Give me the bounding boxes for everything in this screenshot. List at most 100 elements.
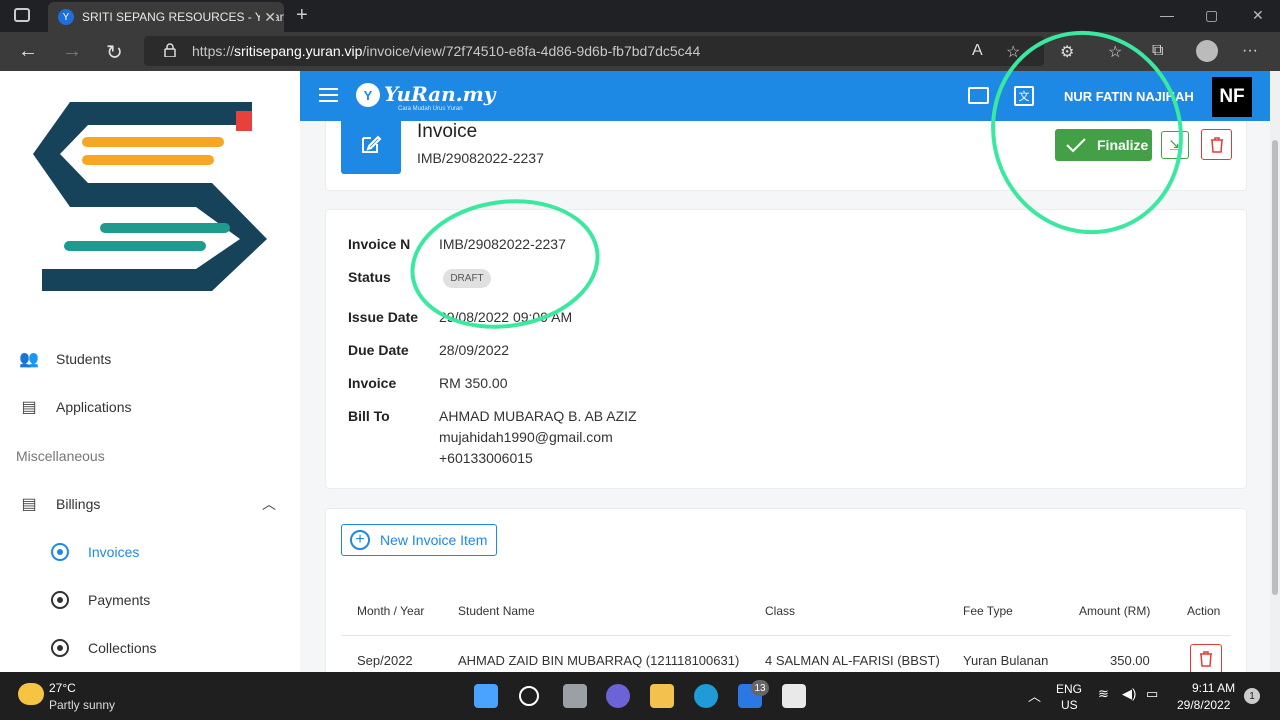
sidebar-subitem-label: Invoices xyxy=(88,544,140,560)
bill-to-phone: +60133006015 xyxy=(439,450,533,466)
chevron-up-icon[interactable]: ︿ xyxy=(262,494,276,514)
sidebar-subitem-label: Collections xyxy=(88,640,157,656)
chat-icon[interactable] xyxy=(968,87,989,104)
search-icon[interactable] xyxy=(519,686,539,706)
radio-dot-icon xyxy=(51,543,69,561)
os-taskbar: 27°C Partly sunny 13 ︿ ENG US ≋ ◀) ▭ 9:1… xyxy=(0,672,1280,720)
new-tab-icon[interactable]: + xyxy=(296,4,308,27)
battery-icon[interactable]: ▭ xyxy=(1146,686,1158,702)
label-invoice: Invoice xyxy=(348,375,397,391)
edit-icon xyxy=(341,113,401,174)
sidebar-item-billings[interactable]: ▤ Billings ︿ xyxy=(0,484,300,524)
new-invoice-item-button[interactable]: + New Invoice Item xyxy=(341,524,497,556)
column-header: Class xyxy=(765,604,796,618)
clock-date[interactable]: 29/8/2022 xyxy=(1177,698,1230,712)
minimize-icon[interactable]: — xyxy=(1160,7,1174,23)
edge-browser-icon[interactable] xyxy=(694,684,718,708)
profile-avatar-icon[interactable] xyxy=(1196,40,1218,62)
new-invoice-item-label: New Invoice Item xyxy=(380,532,488,548)
section-label: Miscellaneous xyxy=(16,448,105,464)
table-divider xyxy=(341,635,1231,636)
mail-badge: 13 xyxy=(751,680,769,696)
language-top[interactable]: ENG xyxy=(1056,682,1082,696)
sidebar-subitem-payments[interactable]: Payments xyxy=(0,580,300,620)
app-logo-text: YuRan.my xyxy=(384,82,496,106)
label-bill-to: Bill To xyxy=(348,408,390,424)
lock-icon xyxy=(164,43,176,57)
due-date-value: 28/09/2022 xyxy=(439,342,510,358)
sidebar-item-label: Applications xyxy=(56,399,132,415)
invoice-amount-value: RM 350.00 xyxy=(439,375,508,391)
notification-badge[interactable]: 1 xyxy=(1244,688,1260,704)
url-path: /invoice/view/72f74510-e8fa-4d86-9d6b-fb… xyxy=(362,43,701,59)
bill-to-email: mujahidah1990@gmail.com xyxy=(439,429,613,445)
weather-temperature[interactable]: 27°C xyxy=(49,681,76,695)
document-icon: ▤ xyxy=(21,399,37,416)
sidebar-subitem-invoices[interactable]: Invoices xyxy=(0,532,300,572)
language-bottom[interactable]: US xyxy=(1061,698,1078,712)
volume-icon[interactable]: ◀) xyxy=(1122,686,1136,702)
weather-description[interactable]: Partly sunny xyxy=(49,698,115,712)
url-input[interactable]: https://sritisepang.yuran.vip/invoice/vi… xyxy=(144,36,1044,66)
label-invoice-no: Invoice No xyxy=(348,236,410,252)
delete-icon[interactable] xyxy=(1201,129,1232,160)
more-icon[interactable]: ··· xyxy=(1242,42,1258,60)
column-header: Fee Type xyxy=(963,604,1013,618)
label-status: Status xyxy=(348,269,391,285)
cell-month: Sep/2022 xyxy=(357,653,413,668)
yuran-logo-icon: Y xyxy=(356,83,380,107)
label-due-date: Due Date xyxy=(348,342,409,358)
windows-start-icon[interactable] xyxy=(474,684,498,708)
label-issue-date: Issue Date xyxy=(348,309,419,325)
close-tab-icon[interactable]: ✕ xyxy=(260,9,276,26)
read-aloud-icon[interactable]: A xyxy=(972,42,983,60)
tab-actions-icon[interactable] xyxy=(14,8,30,22)
column-header: Action xyxy=(1187,604,1221,618)
file-explorer-icon[interactable] xyxy=(650,684,674,708)
billing-icon: ▤ xyxy=(21,496,37,513)
sidebar-item-label: Billings xyxy=(56,496,101,512)
scrollbar-thumb[interactable] xyxy=(1272,140,1278,595)
column-header: Student Name xyxy=(458,604,535,618)
back-icon[interactable]: ← xyxy=(18,40,38,63)
sidebar-item-applications[interactable]: ▤ Applications xyxy=(0,387,300,427)
app-logo-tagline: Cara Mudah Urus Yuran xyxy=(398,106,463,112)
browser-tab[interactable]: Y SRITI SEPANG RESOURCES - Yuran ✕ xyxy=(48,2,284,32)
sidebar-item-students[interactable]: 👥 Students xyxy=(0,339,300,379)
menu-icon[interactable] xyxy=(319,88,338,102)
refresh-icon[interactable]: ↻ xyxy=(106,40,123,65)
forward-icon[interactable]: → xyxy=(62,40,82,63)
bill-to-name: AHMAD MUBARAQ B. AB AZIZ xyxy=(439,408,637,424)
column-header: Month / Year xyxy=(357,604,425,618)
weather-sun-icon xyxy=(18,683,44,705)
sidebar-item-label: Students xyxy=(56,351,112,367)
radio-dot-icon xyxy=(51,639,69,657)
site-favicon-icon: Y xyxy=(58,9,74,25)
cell-class: 4 SALMAN AL-FARISI (BBST) xyxy=(765,653,940,668)
cell-student: AHMAD ZAID BIN MUBARRAQ (121118100631) xyxy=(458,653,740,668)
avatar[interactable]: NF xyxy=(1212,77,1252,117)
url-prefix: https:// xyxy=(192,43,235,59)
maximize-icon[interactable]: ▢ xyxy=(1205,7,1218,24)
row-delete-icon[interactable] xyxy=(1190,644,1222,674)
chevron-up-icon[interactable]: ︿ xyxy=(1028,686,1041,705)
column-header: Amount (RM) xyxy=(1079,604,1151,618)
company-logo xyxy=(33,102,267,291)
task-view-icon[interactable] xyxy=(563,684,587,708)
collections-icon[interactable]: ⧉ xyxy=(1152,42,1163,60)
cell-amount: 350.00 xyxy=(1110,653,1150,668)
teams-chat-icon[interactable] xyxy=(606,684,630,708)
students-icon: 👥 xyxy=(19,351,39,368)
clock-time[interactable]: 9:11 AM xyxy=(1192,681,1235,695)
sidebar: 👥 Students ▤ Applications Miscellaneous … xyxy=(0,71,300,672)
tab-title: SRITI SEPANG RESOURCES - Yuran xyxy=(82,10,284,24)
browser-tab-bar: Y SRITI SEPANG RESOURCES - Yuran ✕ + — ▢… xyxy=(0,0,1280,32)
close-window-icon[interactable]: ✕ xyxy=(1252,7,1264,24)
cell-fee-type: Yuran Bulanan xyxy=(963,653,1049,668)
sidebar-subitem-label: Payments xyxy=(88,592,151,608)
snipping-tool-icon[interactable] xyxy=(782,684,806,708)
page-title: Invoice xyxy=(417,121,478,142)
wifi-icon[interactable]: ≋ xyxy=(1098,686,1109,702)
sidebar-subitem-collections[interactable]: Collections xyxy=(0,628,300,668)
plus-circle-icon: + xyxy=(350,530,370,550)
